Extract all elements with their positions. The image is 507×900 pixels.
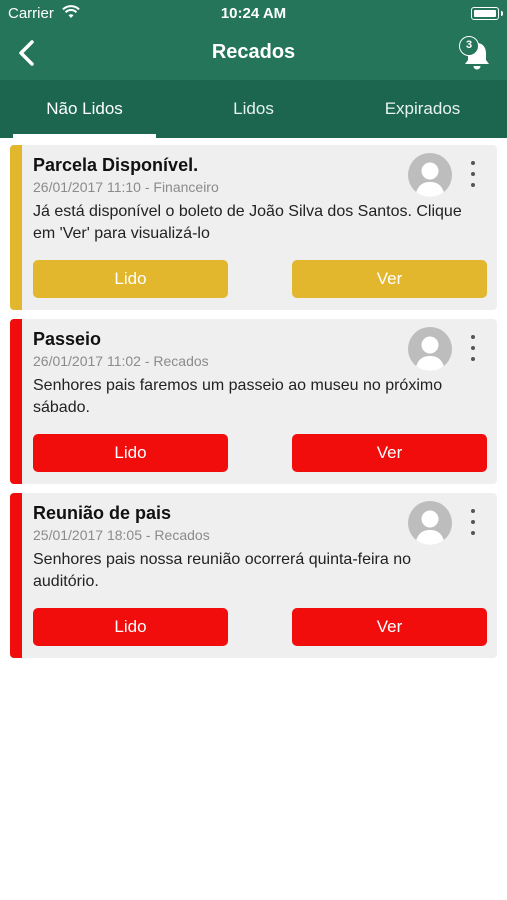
view-button[interactable]: Ver	[292, 434, 487, 472]
tab-bar: Não Lidos Lidos Expirados	[0, 80, 507, 138]
message-body: Já está disponível o boleto de João Silv…	[33, 203, 462, 242]
tab-nao-lidos[interactable]: Não Lidos	[0, 80, 169, 138]
avatar	[408, 501, 452, 545]
message-meta: 26/01/2017 11:02 - Recados	[33, 353, 209, 369]
user-placeholder-icon	[415, 336, 445, 371]
message-card[interactable]: Passeio 26/01/2017 11:02 - Recados Senho…	[10, 319, 497, 484]
notifications-badge: 3	[459, 36, 479, 56]
app-header: Carrier 10:24 AM Recados 3	[0, 0, 507, 80]
message-title: Parcela Disponível.	[33, 155, 199, 175]
notifications-button[interactable]: 3	[457, 34, 497, 74]
avatar	[408, 153, 452, 197]
message-body: Senhores pais nossa reunião ocorrerá qui…	[33, 551, 412, 590]
view-button[interactable]: Ver	[292, 260, 487, 298]
tab-lidos[interactable]: Lidos	[169, 80, 338, 138]
clock: 10:24 AM	[220, 5, 287, 22]
more-options-icon[interactable]	[465, 161, 481, 187]
user-placeholder-icon	[415, 162, 445, 197]
accent-stripe	[10, 493, 22, 658]
view-button[interactable]: Ver	[292, 608, 487, 646]
message-list: Parcela Disponível. 26/01/2017 11:10 - F…	[10, 145, 497, 667]
nav-bar: Recados 3	[0, 28, 507, 80]
accent-stripe	[10, 319, 22, 484]
more-options-icon[interactable]	[465, 335, 481, 361]
message-body: Senhores pais faremos um passeio ao muse…	[33, 377, 443, 416]
user-placeholder-icon	[415, 510, 445, 545]
status-bar: Carrier 10:24 AM	[0, 0, 507, 28]
mark-read-button[interactable]: Lido	[33, 434, 228, 472]
message-meta: 25/01/2017 18:05 - Recados	[33, 527, 210, 543]
message-meta: 26/01/2017 11:10 - Financeiro	[33, 179, 219, 195]
message-card[interactable]: Parcela Disponível. 26/01/2017 11:10 - F…	[10, 145, 497, 310]
accent-stripe	[10, 145, 22, 310]
message-title: Reunião de pais	[33, 503, 172, 523]
tab-expirados[interactable]: Expirados	[338, 80, 507, 138]
avatar	[408, 327, 452, 371]
battery-icon	[471, 7, 503, 20]
mark-read-button[interactable]: Lido	[33, 608, 228, 646]
message-title: Passeio	[33, 329, 102, 349]
more-options-icon[interactable]	[465, 509, 481, 535]
page-title: Recados	[211, 41, 296, 63]
message-card[interactable]: Reunião de pais 25/01/2017 18:05 - Recad…	[10, 493, 497, 658]
mark-read-button[interactable]: Lido	[33, 260, 228, 298]
